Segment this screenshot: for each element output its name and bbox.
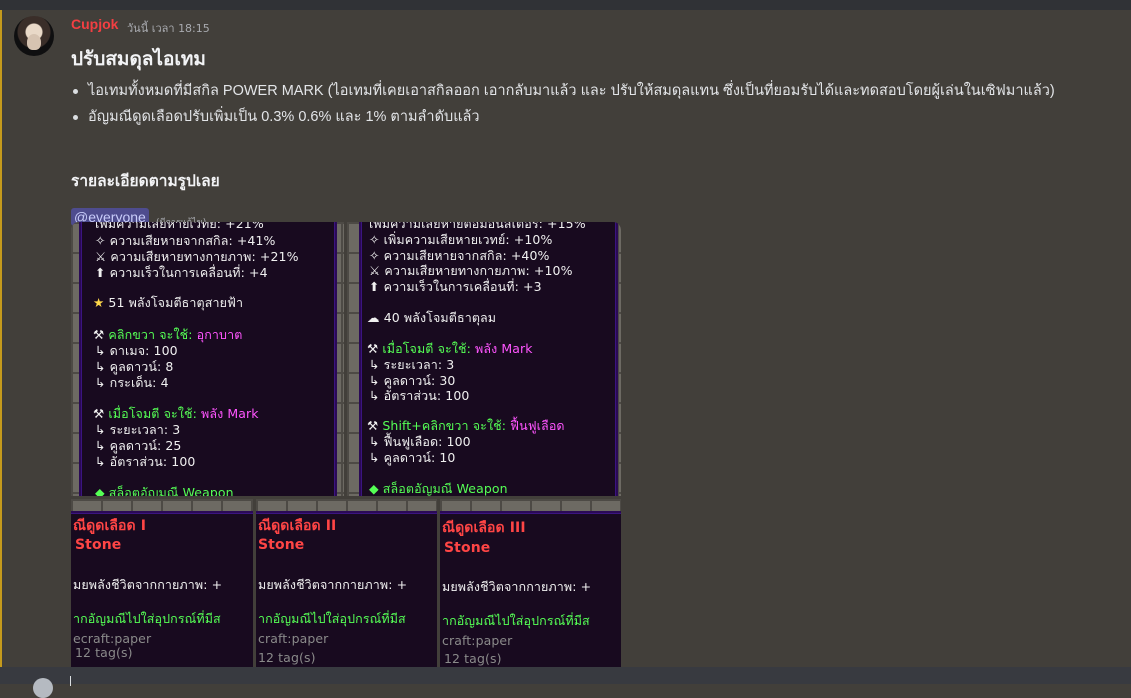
message-subheading: รายละเอียดตามรูปเลย (71, 173, 220, 190)
tooltip-title: ณีดูดเลือด III (442, 520, 526, 536)
attachment-image-5[interactable]: ณีดูดเลือด III Stone มยพลังชีวิตจากกายภา… (440, 499, 621, 667)
tooltip-line: craft:paper (258, 631, 329, 646)
tooltip-line: Stone (444, 540, 491, 556)
username[interactable]: Cupjok (71, 16, 118, 32)
list-item: ไอเทมทั้งหมดที่มีสกิล POWER MARK (ไอเทมท… (73, 78, 1055, 104)
attachment-image-4[interactable]: ณีดูดเลือด II Stone มยพลังชีวิตจากกายภาพ… (256, 499, 437, 667)
tooltip-line: ↳ อัตราส่วน: 100 (95, 454, 196, 469)
top-bar (0, 0, 1131, 10)
item-tooltip: เพิ่มความเสียหายต่อมอนสเตอร์: +15% ✧ เพิ… (359, 222, 618, 496)
tooltip-line: ⬆ ความเร็วในการเคลื่อนที่: +4 (95, 265, 268, 280)
tooltip-line: 12 tag(s) (444, 651, 502, 666)
message-bullet-list: ไอเทมทั้งหมดที่มีสกิล POWER MARK (ไอเทมท… (71, 78, 1055, 130)
tooltip-line: มยพลังชีวิตจากกายภาพ: + (442, 579, 592, 594)
tooltip-line: 12 tag(s) (258, 650, 316, 665)
tooltip-line: ☁ 40 พลังโจมตีธาตุลม (367, 310, 497, 325)
tooltip-line: ากอัญมณีไปใส่อุปกรณ์ที่มีส (442, 613, 590, 628)
tooltip-line: ⬆ ความเร็วในการเคลื่อนที่: +3 (369, 279, 542, 294)
item-tooltip: ณีดูดเลือด III Stone มยพลังชีวิตจากกายภา… (440, 511, 621, 667)
star-icon: ★ (93, 295, 105, 310)
message-composer[interactable] (0, 667, 1131, 684)
tooltip-title: ณีดูดเลือด II (258, 518, 337, 534)
list-item: อัญมณีดูดเลือดปรับเพิ่มเป็น 0.3% 0.6% แล… (73, 104, 1055, 130)
item-tooltip: เพิ่มความเสียหายเวทย์: +21% ✧ ความเสียหา… (79, 222, 337, 496)
tooltip-line: Stone (258, 537, 305, 553)
tooltip-line: ★ 51 พลังโจมตีธาตุสายฟ้า (93, 295, 244, 310)
tooltip-line: มยพลังชีวิตจากกายภาพ: + (73, 577, 223, 592)
tooltip-line: ecraft:paper (73, 631, 152, 646)
item-tooltip: ณีดูดเลือด II Stone มยพลังชีวิตจากกายภาพ… (256, 511, 437, 667)
tooltip-line: ↳ กระเด็น: 4 (95, 375, 169, 390)
composer-cursor (70, 676, 71, 686)
tooltip-line: ากอัญมณีไปใส่อุปกรณ์ที่มีส (73, 611, 221, 626)
tooltip-line: ↳ คูลดาวน์: 10 (369, 450, 456, 465)
tooltip-line: ◆ สล็อตอัญมณี Weapon (95, 485, 234, 496)
message-timestamp[interactable]: วันนี้ เวลา 18:15 (127, 19, 210, 37)
tooltip-title: ณีดูดเลือด I (73, 518, 147, 534)
tooltip-line: มยพลังชีวิตจากกายภาพ: + (258, 577, 408, 592)
plus-icon[interactable] (33, 678, 53, 698)
tooltip-line: 12 tag(s) (75, 645, 133, 660)
tooltip-line: craft:paper (442, 633, 513, 648)
tooltip-line: ◆ สล็อตอัญมณี Weapon (369, 481, 508, 496)
attachment-image-3[interactable]: ณีดูดเลือด I Stone มยพลังชีวิตจากกายภาพ:… (71, 499, 253, 667)
attachment-image-1[interactable]: เพิ่มความเสียหายเวทย์: +21% ✧ ความเสียหา… (71, 222, 344, 496)
message-heading: ปรับสมดุลไอเทม (71, 49, 206, 70)
avatar[interactable] (14, 16, 54, 56)
attachment-image-2[interactable]: เพิ่มความเสียหายต่อมอนสเตอร์: +15% ✧ เพิ… (347, 222, 621, 496)
tooltip-line: ากอัญมณีไปใส่อุปกรณ์ที่มีส (258, 611, 406, 626)
tooltip-line: Stone (75, 537, 122, 553)
tooltip-line: ↳ อัตราส่วน: 100 (369, 388, 470, 403)
item-tooltip: ณีดูดเลือด I Stone มยพลังชีวิตจากกายภาพ:… (71, 511, 253, 667)
